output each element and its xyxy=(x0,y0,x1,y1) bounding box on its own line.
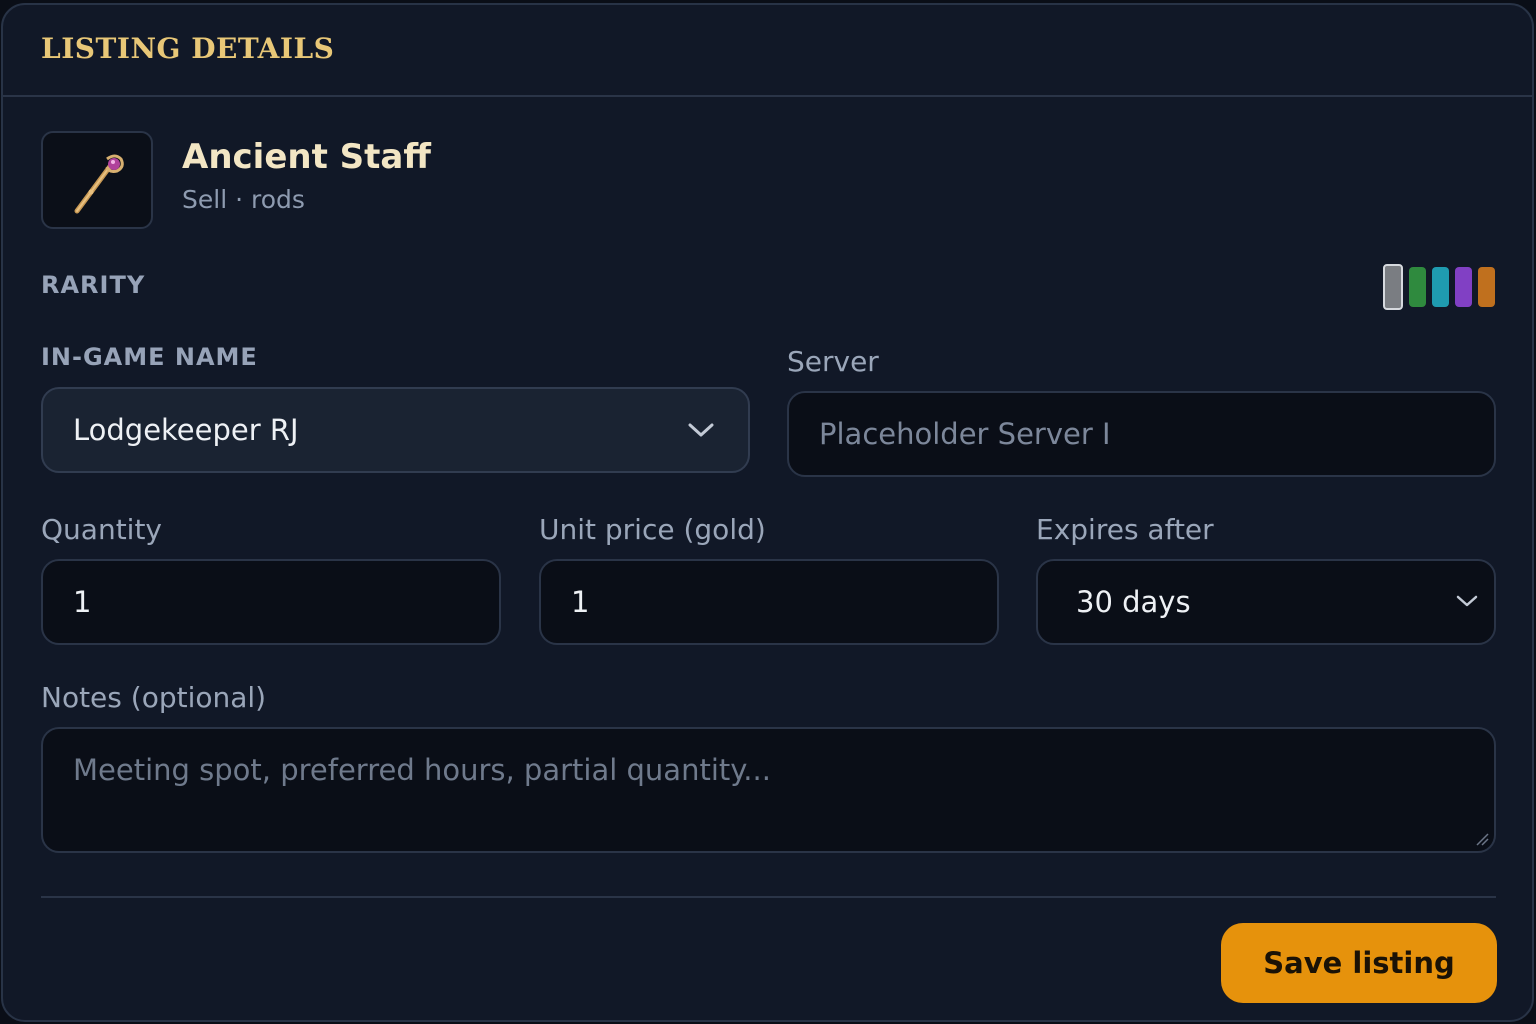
ign-label: IN-GAME NAME xyxy=(41,343,258,371)
rarity-swatch-uncommon[interactable] xyxy=(1409,267,1426,307)
unit-price-input[interactable]: 1 xyxy=(539,559,999,645)
rarity-swatch-common[interactable] xyxy=(1383,264,1403,310)
rarity-swatch-rare[interactable] xyxy=(1432,267,1449,307)
ign-value: Lodgekeeper RJ xyxy=(73,413,299,447)
expires-value: 30 days xyxy=(1076,585,1191,619)
rarity-swatch-legendary[interactable] xyxy=(1478,267,1495,307)
save-listing-button[interactable]: Save listing xyxy=(1221,923,1497,1003)
item-name: Ancient Staff xyxy=(182,137,431,177)
server-placeholder: Placeholder Server I xyxy=(819,417,1111,451)
chevron-down-icon xyxy=(688,423,714,437)
ign-select[interactable]: Lodgekeeper RJ xyxy=(41,387,750,473)
divider xyxy=(41,896,1496,898)
notes-textarea[interactable]: Meeting spot, preferred hours, partial q… xyxy=(41,727,1496,853)
quantity-value: 1 xyxy=(73,585,92,619)
server-label: Server xyxy=(787,345,879,378)
rarity-selector xyxy=(1383,264,1495,310)
staff-icon xyxy=(74,154,124,214)
expires-select[interactable]: 30 days xyxy=(1036,559,1496,645)
rarity-label: RARITY xyxy=(41,271,146,299)
chevron-down-icon xyxy=(1456,595,1478,607)
quantity-label: Quantity xyxy=(41,513,162,546)
expires-label: Expires after xyxy=(1036,513,1214,546)
notes-label: Notes (optional) xyxy=(41,681,267,714)
unit-price-label: Unit price (gold) xyxy=(539,513,766,546)
resize-grip-icon[interactable] xyxy=(1474,831,1490,847)
unit-price-value: 1 xyxy=(571,585,590,619)
server-input[interactable]: Placeholder Server I xyxy=(787,391,1496,477)
item-subtitle: Sell · rods xyxy=(182,185,305,214)
panel-title: LISTING DETAILS xyxy=(41,32,335,65)
panel-header: LISTING DETAILS xyxy=(3,5,1532,97)
item-thumbnail xyxy=(41,131,153,229)
listing-details-panel: LISTING DETAILS Ancient Staff Sell · rod… xyxy=(1,3,1534,1022)
notes-placeholder: Meeting spot, preferred hours, partial q… xyxy=(73,753,771,787)
rarity-swatch-epic[interactable] xyxy=(1455,267,1472,307)
quantity-input[interactable]: 1 xyxy=(41,559,501,645)
